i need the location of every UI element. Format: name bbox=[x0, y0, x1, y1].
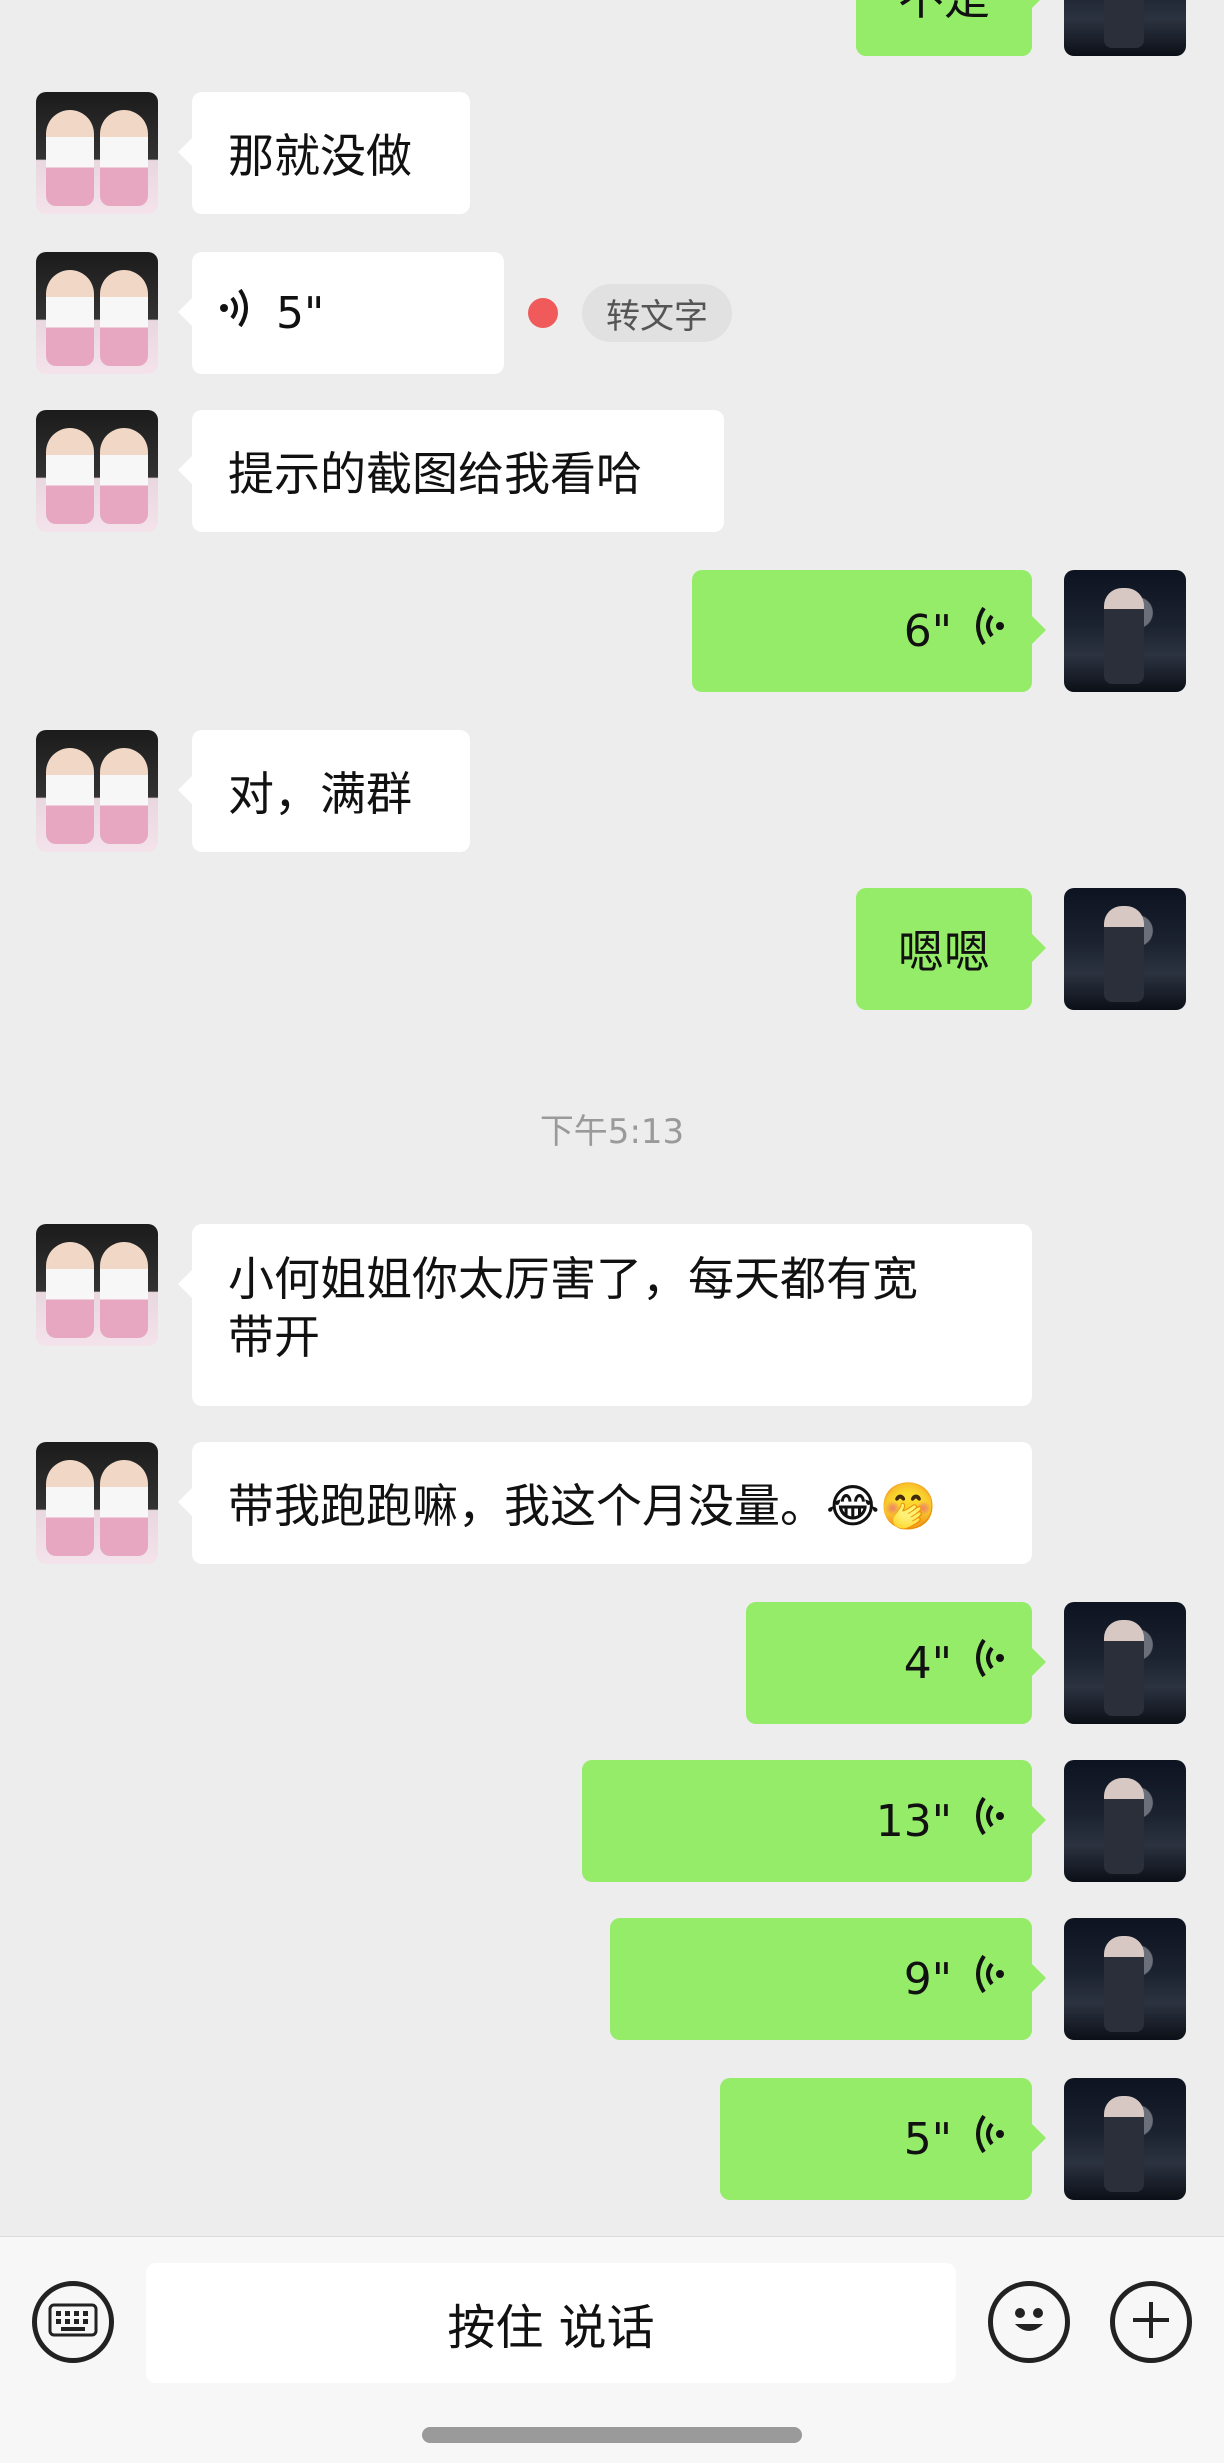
my-avatar[interactable] bbox=[1064, 1602, 1186, 1724]
my-avatar[interactable] bbox=[1064, 888, 1186, 1010]
received-message-bubble[interactable]: 对，满群 bbox=[178, 730, 470, 852]
my-avatar[interactable] bbox=[1064, 2078, 1186, 2200]
received-message-bubble[interactable]: 小何姐姐你太厉害了，每天都有宽 带开 bbox=[178, 1224, 1032, 1406]
voice-duration: 6" bbox=[903, 605, 952, 657]
hold-to-talk-button[interactable]: 按住 说话 bbox=[146, 2263, 956, 2383]
contact-avatar[interactable] bbox=[36, 730, 158, 852]
received-message-bubble[interactable]: 提示的截图给我看哈 bbox=[178, 410, 724, 532]
my-avatar[interactable] bbox=[1064, 570, 1186, 692]
message-text: 带我跑跑嘛，我这个月没量。😂🤭 bbox=[228, 1479, 938, 1533]
more-button[interactable] bbox=[1110, 2281, 1192, 2363]
transcribe-button[interactable]: 转文字 bbox=[582, 284, 732, 342]
contact-avatar[interactable] bbox=[36, 92, 158, 214]
chat-input-bar: 按住 说话 bbox=[0, 2236, 1224, 2463]
message-text: 不是 bbox=[898, 0, 990, 28]
sent-voice-message[interactable]: 9" bbox=[610, 1918, 1046, 2040]
my-avatar[interactable] bbox=[1064, 1760, 1186, 1882]
emoji-icon bbox=[1001, 2292, 1057, 2352]
voice-wave-icon bbox=[970, 604, 1006, 659]
home-indicator[interactable] bbox=[422, 2427, 802, 2443]
voice-wave-icon bbox=[970, 1794, 1006, 1849]
keyboard-icon bbox=[48, 2303, 98, 2341]
my-avatar[interactable] bbox=[1064, 0, 1186, 56]
unread-dot bbox=[528, 298, 558, 328]
voice-wave-icon bbox=[970, 1952, 1006, 2007]
voice-duration: 13" bbox=[875, 1795, 952, 1847]
chat-timestamp: 下午5:13 bbox=[539, 1112, 685, 1152]
voice-duration: 4" bbox=[903, 1637, 952, 1689]
sent-voice-message[interactable]: 13" bbox=[582, 1760, 1046, 1882]
sent-voice-message[interactable]: 6" bbox=[692, 570, 1046, 692]
contact-avatar[interactable] bbox=[36, 252, 158, 374]
message-text: 嗯嗯 bbox=[898, 925, 990, 979]
contact-avatar[interactable] bbox=[36, 1442, 158, 1564]
sent-message-bubble[interactable]: 不是 bbox=[856, 0, 1046, 56]
received-message-bubble[interactable]: 那就没做 bbox=[178, 92, 470, 214]
voice-wave-icon bbox=[970, 1636, 1006, 1691]
voice-duration: 5" bbox=[903, 2113, 952, 2165]
message-text: 那就没做 bbox=[228, 129, 412, 183]
emoji-button[interactable] bbox=[988, 2281, 1070, 2363]
message-text-line: 带开 bbox=[228, 1310, 320, 1364]
message-text-line: 小何姐姐你太厉害了，每天都有宽 bbox=[228, 1252, 918, 1306]
voice-wave-icon bbox=[970, 2112, 1006, 2167]
plus-icon bbox=[1129, 2298, 1173, 2346]
voice-duration: 5" bbox=[276, 287, 325, 339]
keyboard-toggle-button[interactable] bbox=[32, 2281, 114, 2363]
sent-voice-message[interactable]: 4" bbox=[746, 1602, 1046, 1724]
received-message-bubble[interactable]: 带我跑跑嘛，我这个月没量。😂🤭 bbox=[178, 1442, 1032, 1564]
received-voice-message[interactable]: 5" bbox=[178, 252, 504, 374]
voice-duration: 9" bbox=[903, 1953, 952, 2005]
message-text: 对，满群 bbox=[228, 767, 412, 821]
my-avatar[interactable] bbox=[1064, 1918, 1186, 2040]
transcribe-label: 转文字 bbox=[606, 296, 708, 337]
contact-avatar[interactable] bbox=[36, 1224, 158, 1346]
sent-message-bubble[interactable]: 嗯嗯 bbox=[856, 888, 1046, 1010]
voice-wave-icon bbox=[218, 286, 254, 341]
sent-voice-message[interactable]: 5" bbox=[720, 2078, 1046, 2200]
hold-to-talk-label: 按住 说话 bbox=[447, 2300, 655, 2356]
contact-avatar[interactable] bbox=[36, 410, 158, 532]
message-text: 提示的截图给我看哈 bbox=[228, 447, 642, 501]
